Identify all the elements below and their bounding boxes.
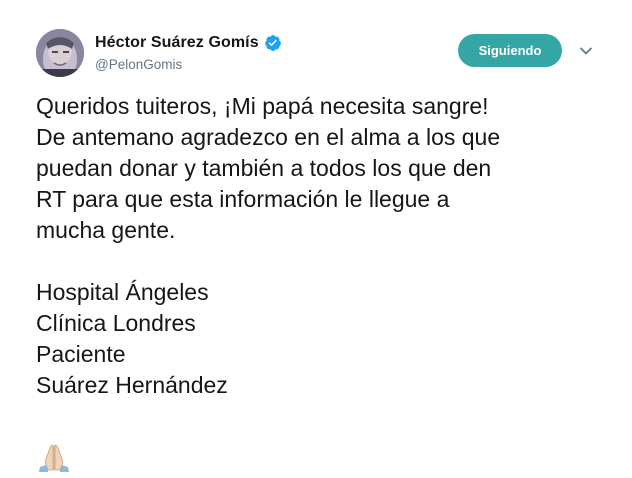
tweet-line: RT para que esta información le llegue a <box>36 186 450 212</box>
tweet-line: Queridos tuiteros, ¡Mi papá necesita san… <box>36 93 489 119</box>
verified-badge-icon <box>264 34 282 52</box>
avatar[interactable] <box>36 29 84 77</box>
avatar-image <box>36 29 84 77</box>
tweet-line: De antemano agradezco en el alma a los q… <box>36 124 501 150</box>
tweet-text: Queridos tuiteros, ¡Mi papá necesita san… <box>36 91 616 401</box>
tweet-line: Hospital Ángeles <box>36 279 209 305</box>
tweet-line: Suárez Hernández <box>36 372 228 398</box>
tweet-line: puedan donar y también a todos los que d… <box>36 155 492 181</box>
tweet-line: mucha gente. <box>36 217 176 243</box>
tweet-line: Clínica Londres <box>36 310 196 336</box>
following-button[interactable]: Siguiendo <box>458 34 562 67</box>
folded-hands-emoji-icon <box>36 443 72 473</box>
tweet: Héctor Suárez Gomís @PelonGomis Siguiend… <box>0 0 632 477</box>
name-row: Héctor Suárez Gomís <box>95 33 282 53</box>
user-handle[interactable]: @PelonGomis <box>95 57 182 72</box>
display-name[interactable]: Héctor Suárez Gomís <box>95 34 259 52</box>
chevron-down-icon[interactable] <box>578 44 594 56</box>
tweet-line: Paciente <box>36 341 126 367</box>
